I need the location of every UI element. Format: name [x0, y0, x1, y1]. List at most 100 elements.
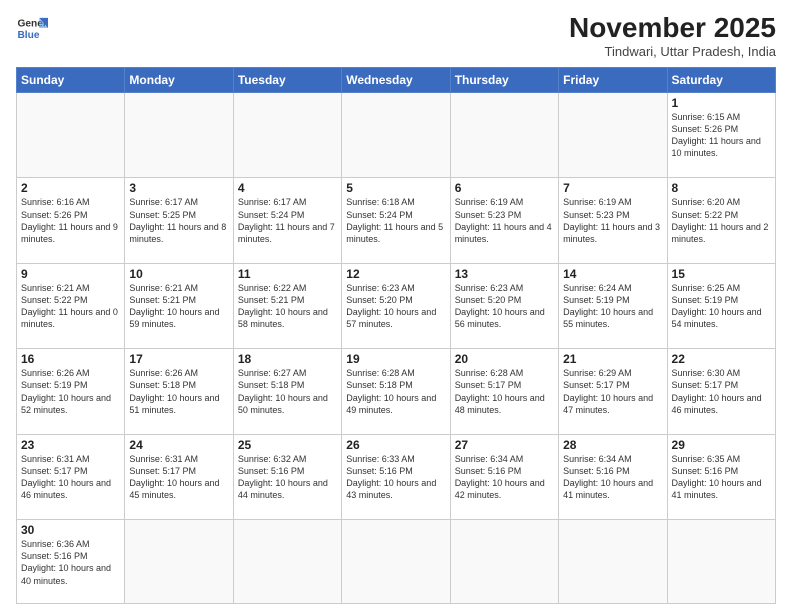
day-info: Sunrise: 6:28 AM Sunset: 5:18 PM Dayligh… — [346, 367, 445, 416]
col-thursday: Thursday — [450, 68, 558, 93]
day-number: 29 — [672, 438, 771, 452]
day-number: 16 — [21, 352, 120, 366]
day-number: 28 — [563, 438, 662, 452]
table-row: 3Sunrise: 6:17 AM Sunset: 5:25 PM Daylig… — [125, 178, 233, 263]
day-info: Sunrise: 6:15 AM Sunset: 5:26 PM Dayligh… — [672, 111, 771, 160]
table-row — [450, 520, 558, 604]
day-info: Sunrise: 6:26 AM Sunset: 5:19 PM Dayligh… — [21, 367, 120, 416]
table-row: 14Sunrise: 6:24 AM Sunset: 5:19 PM Dayli… — [559, 263, 667, 348]
table-row: 26Sunrise: 6:33 AM Sunset: 5:16 PM Dayli… — [342, 434, 450, 519]
day-number: 3 — [129, 181, 228, 195]
day-info: Sunrise: 6:21 AM Sunset: 5:21 PM Dayligh… — [129, 282, 228, 331]
day-number: 5 — [346, 181, 445, 195]
day-number: 12 — [346, 267, 445, 281]
table-row — [233, 520, 341, 604]
table-row: 12Sunrise: 6:23 AM Sunset: 5:20 PM Dayli… — [342, 263, 450, 348]
table-row: 23Sunrise: 6:31 AM Sunset: 5:17 PM Dayli… — [17, 434, 125, 519]
day-info: Sunrise: 6:19 AM Sunset: 5:23 PM Dayligh… — [455, 196, 554, 245]
day-number: 25 — [238, 438, 337, 452]
day-number: 11 — [238, 267, 337, 281]
day-info: Sunrise: 6:23 AM Sunset: 5:20 PM Dayligh… — [346, 282, 445, 331]
day-info: Sunrise: 6:18 AM Sunset: 5:24 PM Dayligh… — [346, 196, 445, 245]
day-number: 19 — [346, 352, 445, 366]
table-row: 9Sunrise: 6:21 AM Sunset: 5:22 PM Daylig… — [17, 263, 125, 348]
table-row: 1Sunrise: 6:15 AM Sunset: 5:26 PM Daylig… — [667, 93, 775, 178]
table-row — [342, 93, 450, 178]
day-number: 9 — [21, 267, 120, 281]
day-info: Sunrise: 6:25 AM Sunset: 5:19 PM Dayligh… — [672, 282, 771, 331]
day-info: Sunrise: 6:27 AM Sunset: 5:18 PM Dayligh… — [238, 367, 337, 416]
day-number: 17 — [129, 352, 228, 366]
day-number: 26 — [346, 438, 445, 452]
table-row: 17Sunrise: 6:26 AM Sunset: 5:18 PM Dayli… — [125, 349, 233, 434]
table-row: 19Sunrise: 6:28 AM Sunset: 5:18 PM Dayli… — [342, 349, 450, 434]
table-row: 29Sunrise: 6:35 AM Sunset: 5:16 PM Dayli… — [667, 434, 775, 519]
day-info: Sunrise: 6:16 AM Sunset: 5:26 PM Dayligh… — [21, 196, 120, 245]
day-info: Sunrise: 6:35 AM Sunset: 5:16 PM Dayligh… — [672, 453, 771, 502]
day-info: Sunrise: 6:33 AM Sunset: 5:16 PM Dayligh… — [346, 453, 445, 502]
day-info: Sunrise: 6:26 AM Sunset: 5:18 PM Dayligh… — [129, 367, 228, 416]
day-number: 10 — [129, 267, 228, 281]
col-saturday: Saturday — [667, 68, 775, 93]
table-row — [667, 520, 775, 604]
table-row: 5Sunrise: 6:18 AM Sunset: 5:24 PM Daylig… — [342, 178, 450, 263]
table-row: 4Sunrise: 6:17 AM Sunset: 5:24 PM Daylig… — [233, 178, 341, 263]
day-number: 13 — [455, 267, 554, 281]
table-row — [233, 93, 341, 178]
table-row — [125, 93, 233, 178]
table-row: 8Sunrise: 6:20 AM Sunset: 5:22 PM Daylig… — [667, 178, 775, 263]
day-info: Sunrise: 6:22 AM Sunset: 5:21 PM Dayligh… — [238, 282, 337, 331]
table-row: 20Sunrise: 6:28 AM Sunset: 5:17 PM Dayli… — [450, 349, 558, 434]
table-row: 27Sunrise: 6:34 AM Sunset: 5:16 PM Dayli… — [450, 434, 558, 519]
table-row: 2Sunrise: 6:16 AM Sunset: 5:26 PM Daylig… — [17, 178, 125, 263]
day-info: Sunrise: 6:30 AM Sunset: 5:17 PM Dayligh… — [672, 367, 771, 416]
col-monday: Monday — [125, 68, 233, 93]
day-info: Sunrise: 6:23 AM Sunset: 5:20 PM Dayligh… — [455, 282, 554, 331]
col-tuesday: Tuesday — [233, 68, 341, 93]
col-wednesday: Wednesday — [342, 68, 450, 93]
table-row — [559, 93, 667, 178]
day-number: 30 — [21, 523, 120, 537]
table-row — [559, 520, 667, 604]
day-number: 21 — [563, 352, 662, 366]
day-info: Sunrise: 6:31 AM Sunset: 5:17 PM Dayligh… — [129, 453, 228, 502]
general-blue-logo-icon: General Blue — [16, 12, 48, 44]
day-number: 24 — [129, 438, 228, 452]
day-info: Sunrise: 6:17 AM Sunset: 5:25 PM Dayligh… — [129, 196, 228, 245]
day-info: Sunrise: 6:29 AM Sunset: 5:17 PM Dayligh… — [563, 367, 662, 416]
day-number: 1 — [672, 96, 771, 110]
day-number: 2 — [21, 181, 120, 195]
table-row: 7Sunrise: 6:19 AM Sunset: 5:23 PM Daylig… — [559, 178, 667, 263]
table-row: 6Sunrise: 6:19 AM Sunset: 5:23 PM Daylig… — [450, 178, 558, 263]
day-number: 22 — [672, 352, 771, 366]
col-sunday: Sunday — [17, 68, 125, 93]
day-info: Sunrise: 6:21 AM Sunset: 5:22 PM Dayligh… — [21, 282, 120, 331]
table-row: 22Sunrise: 6:30 AM Sunset: 5:17 PM Dayli… — [667, 349, 775, 434]
table-row: 25Sunrise: 6:32 AM Sunset: 5:16 PM Dayli… — [233, 434, 341, 519]
table-row — [125, 520, 233, 604]
table-row — [450, 93, 558, 178]
day-number: 27 — [455, 438, 554, 452]
day-number: 4 — [238, 181, 337, 195]
day-number: 18 — [238, 352, 337, 366]
day-number: 20 — [455, 352, 554, 366]
day-info: Sunrise: 6:28 AM Sunset: 5:17 PM Dayligh… — [455, 367, 554, 416]
day-info: Sunrise: 6:34 AM Sunset: 5:16 PM Dayligh… — [563, 453, 662, 502]
table-row: 28Sunrise: 6:34 AM Sunset: 5:16 PM Dayli… — [559, 434, 667, 519]
day-number: 7 — [563, 181, 662, 195]
day-info: Sunrise: 6:20 AM Sunset: 5:22 PM Dayligh… — [672, 196, 771, 245]
header-row: Sunday Monday Tuesday Wednesday Thursday… — [17, 68, 776, 93]
day-info: Sunrise: 6:32 AM Sunset: 5:16 PM Dayligh… — [238, 453, 337, 502]
table-row: 15Sunrise: 6:25 AM Sunset: 5:19 PM Dayli… — [667, 263, 775, 348]
table-row: 10Sunrise: 6:21 AM Sunset: 5:21 PM Dayli… — [125, 263, 233, 348]
table-row — [342, 520, 450, 604]
logo: General Blue — [16, 12, 48, 44]
table-row: 24Sunrise: 6:31 AM Sunset: 5:17 PM Dayli… — [125, 434, 233, 519]
day-info: Sunrise: 6:19 AM Sunset: 5:23 PM Dayligh… — [563, 196, 662, 245]
table-row: 16Sunrise: 6:26 AM Sunset: 5:19 PM Dayli… — [17, 349, 125, 434]
col-friday: Friday — [559, 68, 667, 93]
day-info: Sunrise: 6:36 AM Sunset: 5:16 PM Dayligh… — [21, 538, 120, 587]
table-row: 21Sunrise: 6:29 AM Sunset: 5:17 PM Dayli… — [559, 349, 667, 434]
day-info: Sunrise: 6:24 AM Sunset: 5:19 PM Dayligh… — [563, 282, 662, 331]
table-row — [17, 93, 125, 178]
